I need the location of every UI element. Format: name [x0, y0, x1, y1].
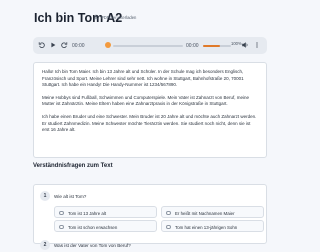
pdf-download-label: PDF herunterladen	[101, 15, 137, 20]
paragraph-1: Hallo! Ich bin Tom Maier. Ich bin 13 Jah…	[42, 69, 244, 88]
forward-icon[interactable]	[60, 41, 68, 49]
questions-section-title: Verständnisfragen zum Text	[33, 163, 113, 169]
audio-player: 00:00 00:00 100%	[33, 37, 267, 54]
paragraph-2: Meine Hobbys sind Fußball, Schwimmen und…	[42, 94, 250, 107]
speaker-icon[interactable]	[241, 41, 249, 49]
page-header: Ich bin Tom A2 PDF herunterladen	[0, 0, 300, 30]
question-card: 1 Wie alt ist Tom? Tom ist 13 Jahre alt …	[33, 184, 267, 250]
duration-time: 00:00	[186, 42, 199, 49]
pdf-download-button[interactable]: PDF herunterladen	[93, 14, 136, 21]
radio-button[interactable]	[59, 210, 64, 215]
radio-button[interactable]	[166, 224, 171, 229]
question-number-1: 1	[40, 191, 50, 201]
download-icon	[93, 14, 99, 21]
answer-option-label: Er heißt mit Nachnamen Maier	[175, 210, 235, 216]
question-number-2: 2	[40, 240, 50, 250]
radio-button[interactable]	[59, 224, 64, 229]
seek-bar[interactable]	[113, 44, 183, 47]
answer-option-3[interactable]: Tom ist schon erwachsen	[54, 220, 157, 232]
answer-option-label: Tom hat einen 13-jährigen Sohn	[175, 224, 238, 230]
answer-option-label: Tom ist schon erwachsen	[68, 224, 118, 230]
current-time: 00:00	[72, 42, 85, 49]
answer-option-label: Tom ist 13 Jahre alt	[68, 210, 107, 216]
more-options-icon[interactable]	[253, 41, 261, 49]
answer-option-4[interactable]: Tom hat einen 13-jährigen Sohn	[161, 220, 264, 232]
answer-option-2[interactable]: Er heißt mit Nachnamen Maier	[161, 206, 264, 218]
replay-icon[interactable]	[38, 41, 46, 49]
play-icon[interactable]	[49, 41, 57, 49]
reading-text: Hallo! Ich bin Tom Maier. Ich bin 13 Jah…	[33, 62, 267, 158]
answer-option-1[interactable]: Tom ist 13 Jahre alt	[54, 206, 157, 218]
seek-thumb[interactable]	[105, 42, 111, 48]
question-text-2: Was ist der Vater von Tom von Beruf?	[54, 242, 131, 248]
volume-fill	[203, 44, 220, 47]
question-text-1: Wie alt ist Tom?	[54, 193, 87, 199]
radio-button[interactable]	[166, 210, 171, 215]
paragraph-3: Ich habe einen Bruder und eine Schwester…	[42, 113, 257, 133]
